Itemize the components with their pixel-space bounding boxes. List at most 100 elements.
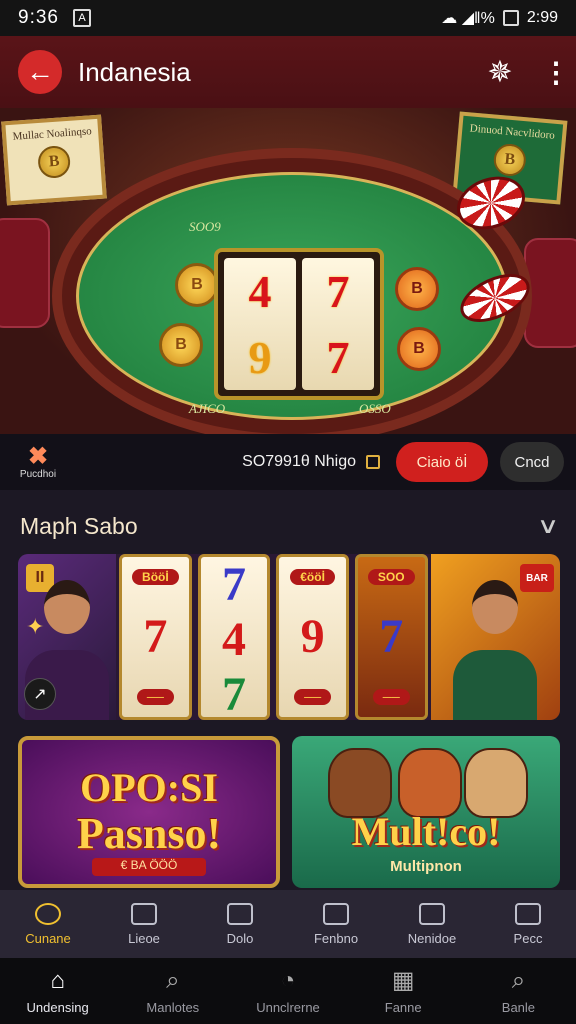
frame-right-text: Dinuod Nacvlidoro (469, 122, 556, 142)
grid-icon: ▦ (391, 966, 415, 994)
tab-label: Dolo (226, 930, 254, 946)
slot-symbol: 7 (143, 610, 168, 664)
slot-bar: ── (136, 688, 174, 705)
tab-lieoe[interactable]: Lieoe (96, 890, 192, 958)
game-banner-right[interactable]: Mult!co! Multipnon (292, 736, 560, 888)
tab-pecc[interactable]: Pecc (480, 890, 576, 958)
app-bar: ← Indanesia ✵ ⋮ (0, 36, 576, 108)
nav-games[interactable]: ▦ Fanne (346, 958, 461, 1024)
slot-tag: Bööİ (132, 569, 179, 586)
list-icon (515, 902, 541, 925)
promo-code-text: SO7991θ Nhigo (242, 453, 356, 470)
banner-title-line2: Pasnso! (76, 809, 222, 858)
tab-cunane[interactable]: Cunane (0, 890, 96, 958)
game-card-slots[interactable]: II ✦ ↗ Bööİ 7 ── 7 4 7 €ööİ 9 ── SOO 7 ─… (18, 554, 560, 720)
search-icon: ⌕ (511, 966, 526, 994)
slot-column: €ööİ 9 ── (276, 554, 349, 720)
orange-coin-icon: B (395, 267, 439, 311)
wall-frame-left: Mullac Noalinqso B (1, 114, 107, 206)
nav-label: Banle (501, 999, 536, 1015)
status-battery-text: 2:99 (526, 9, 558, 26)
brand-mark-icon: ✖ (27, 442, 49, 470)
slot-symbol: 7 (379, 610, 404, 664)
signal-icon: ☁ ◢‖% (441, 10, 495, 27)
tab-fenbno[interactable]: Fenbno (288, 890, 384, 958)
nav-label: Unnclrerne (256, 999, 320, 1015)
gold-coin-icon: B (175, 263, 219, 307)
tab-dolo[interactable]: Dolo (192, 890, 288, 958)
section-header: Maph Sabo ∨ (0, 506, 576, 546)
game-banner-left[interactable]: OPO:SI Pasnso! € BA ÖÖÖ (18, 736, 280, 888)
reel-symbol: 9 (248, 331, 272, 383)
nav-label: Manlotes (146, 999, 200, 1015)
casino-table: SOO9 AJICO OSSO B B B B 4 9 7 7 (52, 148, 532, 434)
slot-symbol: 4 (221, 613, 246, 666)
status-time: 9:36 (18, 7, 59, 28)
banner-subtitle: € BA ÖÖÖ (92, 858, 206, 876)
spark-icon[interactable]: ✵ (480, 55, 520, 90)
nav-label: Undensing (26, 999, 89, 1015)
hero-banner[interactable]: Mullac Noalinqso B Dinuod Nacvlidoro B S… (0, 108, 576, 434)
notification-icon: A (72, 9, 91, 27)
host-face (472, 580, 519, 634)
reel: 4 9 (224, 258, 296, 390)
nav-find[interactable]: ⌕ Banle (461, 958, 576, 1024)
bottom-nav: ⌂ Undensing ⌕ Manlotes ◔ Unnclrerne ▦ Fa… (0, 958, 576, 1024)
game-host-image: II ✦ ↗ (18, 554, 117, 720)
felt-text-bottom-right: OSSO (359, 401, 391, 416)
brand-name: Pucdhoi (19, 468, 57, 480)
tab-label: Cunane (25, 930, 71, 946)
tab-label: Lieoe (128, 930, 160, 946)
tab-nenidoe[interactable]: Nenidoe (384, 890, 480, 958)
chair-image (0, 218, 50, 328)
banner-subtitle: Multipnon (390, 858, 462, 875)
promo-code: SO7991θ Nhigo (242, 453, 380, 471)
reel: 7 7 (302, 258, 374, 390)
slot-bar: ── (372, 688, 410, 705)
user-icon (323, 902, 349, 925)
user-icon (419, 902, 445, 925)
back-button[interactable]: ← (18, 50, 62, 94)
section-title: Maph Sabo (20, 512, 138, 539)
status-icons: ☁ ◢‖% 2:99 (441, 8, 558, 28)
copy-icon[interactable] (366, 455, 380, 469)
reel-symbol: 7 (326, 331, 350, 383)
brand-logo: ✖ Pucdhoi (12, 442, 64, 480)
banner-title-line1: OPO:SI (80, 765, 218, 810)
host-body (453, 650, 538, 720)
more-menu-icon[interactable]: ⋮ (542, 56, 570, 89)
user-icon (227, 902, 253, 925)
coin-icon: B (492, 142, 528, 178)
expand-arrow-icon[interactable]: ↗ (24, 678, 56, 710)
nav-search[interactable]: ⌕ Manlotes (115, 958, 230, 1024)
slot-tag: SOO (367, 569, 415, 586)
slot-reels: 4 9 7 7 (214, 248, 384, 400)
reel-symbol: 4 (248, 265, 272, 317)
coin-icon: B (37, 144, 72, 180)
frame-left-text: Mullac Noalinqso (12, 125, 93, 143)
slot-bar: ── (294, 688, 332, 705)
category-tab-bar: Cunane Lieoe Dolo Fenbno Nenidoe Pecc (0, 890, 576, 958)
nav-stats[interactable]: ◔ Unnclrerne (230, 958, 345, 1024)
cancel-button[interactable]: Cncd (500, 442, 564, 482)
page-title: Indanesia (78, 56, 191, 87)
game-host-image: BAR (430, 554, 560, 720)
search-icon: ⌕ (166, 966, 180, 994)
nav-label: Fanne (384, 999, 422, 1015)
slot-tag: €ööİ (290, 569, 335, 586)
claim-button[interactable]: Ciaio öİ (396, 442, 488, 482)
slot-column: Bööİ 7 ── (119, 554, 192, 720)
tab-label: Fenbno (313, 930, 359, 946)
chip-icon (35, 902, 61, 925)
host-face (44, 580, 91, 634)
ticket-icon (131, 902, 157, 925)
banner-title: Mult!co! (351, 809, 501, 854)
chevron-down-icon[interactable]: ∨ (537, 513, 560, 539)
chart-icon: ◔ (280, 966, 296, 994)
reel-symbol: 7 (326, 265, 350, 317)
tab-label: Pecc (513, 930, 543, 946)
gold-coin-icon: B (159, 323, 203, 367)
slot-column: SOO 7 ── (354, 554, 428, 720)
home-icon: ⌂ (50, 966, 65, 994)
nav-home[interactable]: ⌂ Undensing (0, 958, 115, 1024)
